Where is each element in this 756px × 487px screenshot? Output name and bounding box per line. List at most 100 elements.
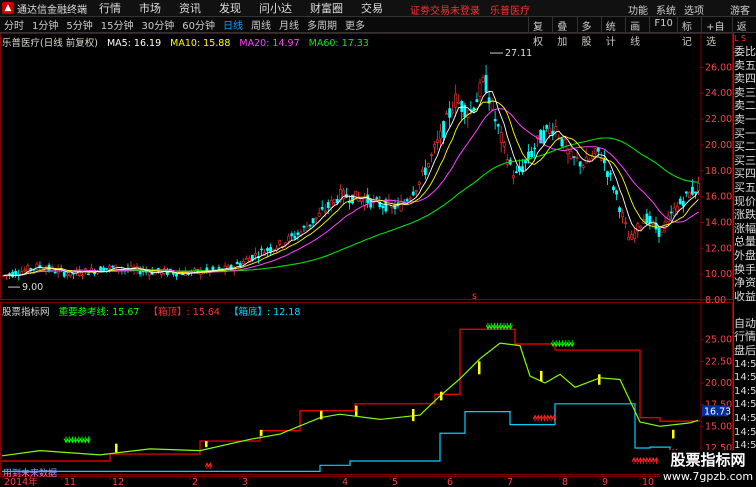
side-item[interactable]: 委比: [734, 45, 756, 59]
side-item[interactable]: 涨跌: [734, 208, 756, 222]
candle-body: [694, 191, 697, 194]
side-item[interactable]: 买四: [734, 167, 756, 181]
side-item[interactable]: 换手: [734, 263, 756, 277]
watermark-line2: www.7gpzb.com: [662, 470, 754, 483]
side-item[interactable]: 卖五: [734, 59, 756, 73]
candle-body: [308, 224, 312, 227]
sell-signal-arrow: [569, 340, 575, 348]
candle-body: [105, 268, 109, 270]
candle-body: [144, 270, 148, 273]
candle-body: [417, 181, 421, 185]
candle-body: [411, 191, 415, 196]
price-tick-label: 24.00: [705, 88, 732, 99]
side-item[interactable]: [734, 303, 756, 317]
candle-body: [193, 268, 197, 271]
indicator-tick-label: 25.00: [705, 335, 732, 346]
candle-body: [502, 142, 506, 147]
candle-body: [405, 199, 409, 202]
side-item[interactable]: 卖四: [734, 72, 756, 86]
candle-body: [603, 159, 606, 164]
candle-body: [454, 93, 458, 108]
side-item[interactable]: 14:56: [734, 371, 756, 385]
side-item[interactable]: 买一: [734, 127, 756, 141]
candle-body: [363, 198, 367, 206]
candle-body: [524, 160, 527, 164]
side-item[interactable]: 买二: [734, 140, 756, 154]
box-top-label: 【箱顶】: 15.64: [148, 307, 220, 318]
side-item[interactable]: 行情: [734, 330, 756, 344]
candle-body: [420, 169, 424, 172]
candle-body: [332, 198, 336, 204]
candle-body: [396, 202, 400, 205]
side-item[interactable]: 总量: [734, 235, 756, 249]
menu-guest[interactable]: 游客: [730, 2, 750, 17]
side-item[interactable]: 14:56: [734, 358, 756, 372]
candle-body: [439, 130, 442, 140]
date-tick-label: 6: [447, 477, 453, 487]
date-tick-label: 9: [602, 477, 608, 487]
candle-body: [108, 265, 112, 269]
candle-body: [445, 112, 448, 115]
side-item[interactable]: 盘后: [734, 344, 756, 358]
side-item[interactable]: 14:56: [734, 385, 756, 399]
candle-body: [87, 273, 90, 276]
ref-line-label: 重要参考线: 15.67: [58, 307, 140, 318]
candle-body: [630, 234, 634, 240]
reference-line: [1, 342, 699, 457]
side-item[interactable]: 卖三: [734, 86, 756, 100]
candle-body: [627, 236, 631, 241]
candle-body: [384, 199, 388, 212]
candle-body: [633, 232, 637, 239]
candle-body: [320, 206, 324, 210]
candle-body: [211, 266, 215, 271]
candle-body: [448, 108, 452, 118]
candle-body: [669, 211, 673, 214]
candle-body: [530, 150, 533, 157]
candle-body: [648, 215, 652, 224]
candle-body: [621, 212, 625, 217]
candle-body: [657, 227, 661, 237]
candle-body: [697, 183, 700, 191]
candle-body: [554, 126, 558, 132]
side-item[interactable]: 14:56: [734, 426, 756, 440]
candle-body: [514, 171, 518, 174]
signal-bar: [205, 441, 208, 448]
side-item[interactable]: 收益: [734, 290, 756, 304]
side-item[interactable]: 现价: [734, 195, 756, 209]
side-item[interactable]: 自动: [734, 317, 756, 331]
candle-body: [53, 271, 57, 274]
candle-body: [481, 77, 485, 82]
side-item[interactable]: 14:56: [734, 412, 756, 426]
side-item[interactable]: 买五: [734, 181, 756, 195]
candle-body: [381, 205, 385, 209]
indicator-header: 股票指标网 重要参考线: 15.67 【箱顶】: 15.64 【箱底】: 12.…: [2, 304, 702, 318]
side-item[interactable]: 涨幅: [734, 222, 756, 236]
kline-chart[interactable]: 26.00 24.00 22.00 20.00 18.00 16.00 14.00 12.00…: [0, 0, 733, 487]
candle-body: [360, 198, 364, 202]
candle-body: [287, 235, 291, 242]
side-item[interactable]: 14:56: [734, 398, 756, 412]
candle-body: [296, 232, 300, 236]
candle-body: [293, 235, 297, 239]
date-tick-label: 11: [64, 477, 76, 487]
tool-back[interactable]: 返回: [731, 17, 756, 48]
candle-body: [684, 191, 688, 194]
side-item[interactable]: 卖一: [734, 113, 756, 127]
buy-signal-arrow: [653, 456, 659, 464]
low-label: 9.00: [22, 282, 43, 293]
indicator-name: 股票指标网: [2, 307, 50, 318]
indicator-panel-frame: [0, 302, 733, 475]
candle-body: [675, 205, 679, 212]
price-tick-label: 20.00: [705, 140, 732, 151]
side-item[interactable]: 卖二: [734, 99, 756, 113]
side-item[interactable]: 外盘: [734, 249, 756, 263]
candle-body: [566, 149, 570, 155]
side-item[interactable]: 买三: [734, 154, 756, 168]
ma10-line: [3, 100, 699, 276]
candle-body: [678, 198, 682, 205]
side-item[interactable]: 净资: [734, 276, 756, 290]
signal-bar: [412, 409, 415, 422]
future-data-tag: 用到未来数据: [3, 469, 58, 479]
candle-body: [475, 99, 479, 103]
candle-body: [329, 199, 333, 209]
